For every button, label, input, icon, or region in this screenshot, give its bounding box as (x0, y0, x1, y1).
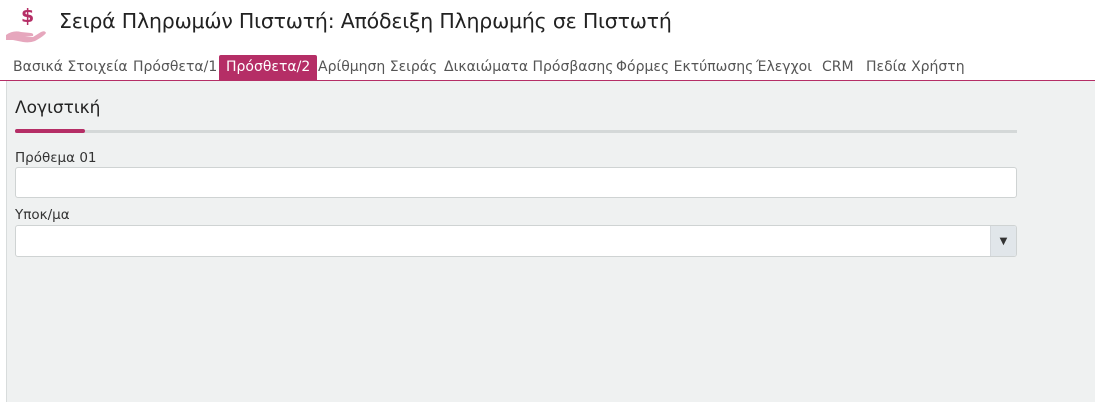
form-panel: Λογιστική Πρόθεμα 01 Υποκ/μα ▼ (6, 81, 1095, 402)
section-divider (15, 129, 1017, 133)
tab-bar: Βασικά Στοιχεία Πρόσθετα/1 Πρόσθετα/2 Αρ… (0, 54, 1095, 81)
money-hand-icon: $ (6, 5, 46, 43)
svg-text:$: $ (21, 5, 34, 27)
tab-basic-info[interactable]: Βασικά Στοιχεία (6, 55, 135, 80)
dropdown-arrow-icon[interactable]: ▼ (990, 226, 1016, 256)
tab-access-rights[interactable]: Δικαιώματα Πρόσβασης (437, 55, 620, 80)
page-title: Σειρά Πληρωμών Πιστωτή: Απόδειξη Πληρωμή… (59, 9, 672, 33)
section-title: Λογιστική (15, 98, 101, 118)
tab-extras-2[interactable]: Πρόσθετα/2 (219, 55, 318, 80)
prefix-label: Πρόθεμα 01 (15, 150, 97, 166)
tab-user-fields[interactable]: Πεδία Χρήστη (859, 55, 972, 80)
tab-print-forms[interactable]: Φόρμες Εκτύπωσης (609, 55, 760, 80)
prefix-input[interactable] (15, 167, 1017, 198)
tab-series-numbering[interactable]: Αρίθμηση Σειράς (311, 55, 444, 80)
subaccount-select[interactable]: ▼ (15, 225, 1017, 257)
page-header: $ Σειρά Πληρωμών Πιστωτή: Απόδειξη Πληρω… (0, 0, 1095, 50)
section-divider-accent (15, 129, 85, 133)
tab-checks[interactable]: Έλεγχοι (749, 55, 819, 80)
tab-crm[interactable]: CRM (815, 55, 861, 80)
subaccount-label: Υποκ/μα (15, 207, 70, 223)
tab-extras-1[interactable]: Πρόσθετα/1 (126, 55, 224, 80)
